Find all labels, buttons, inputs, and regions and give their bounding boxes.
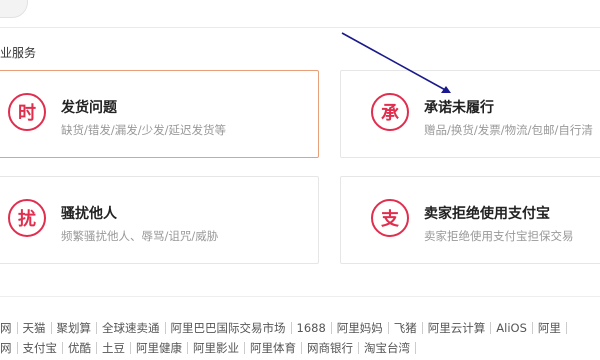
card-title: 发货问题 <box>61 100 117 116</box>
promise-icon: 承 <box>371 93 409 131</box>
card-description: 赠品/换货/发票/物流/包邮/自行清 <box>424 123 593 137</box>
footer-link[interactable]: 阿里妈妈 <box>332 322 389 334</box>
footer-link[interactable]: AliOS <box>491 322 533 334</box>
footer-link[interactable]: 聚划算 <box>52 322 97 334</box>
footer-link[interactable]: 阿里巴巴国际交易市场 <box>166 322 292 334</box>
search-button-fragment[interactable] <box>0 0 28 18</box>
section-title: 业服务 <box>0 46 37 60</box>
card-description: 卖家拒绝使用支付宝担保交易 <box>424 229 574 243</box>
footer-link[interactable]: 网商银行 <box>302 342 359 354</box>
footer-link[interactable]: 支付宝 <box>18 342 63 354</box>
footer-link[interactable]: 1688 <box>292 322 332 334</box>
service-card-shipping-issue[interactable]: 时 发货问题 缺货/错发/漏发/少发/延迟发货等 <box>0 70 319 158</box>
card-description: 频繁骚扰他人、辱骂/诅咒/威胁 <box>61 229 219 243</box>
footer-link[interactable]: 全球速卖通 <box>97 322 166 334</box>
footer-links-row-2: 网支付宝 优酷 土豆 阿里健康 阿里影业 阿里体育 网商银行 淘宝台湾 <box>0 341 600 359</box>
footer-link[interactable]: 阿里健康 <box>131 342 188 354</box>
service-card-refuse-alipay[interactable]: 支 卖家拒绝使用支付宝 卖家拒绝使用支付宝担保交易 <box>340 176 600 264</box>
service-card-promise-unfulfilled[interactable]: 承 承诺未履行 赠品/换货/发票/物流/包邮/自行清 <box>340 70 600 158</box>
footer-divider <box>0 296 600 297</box>
footer-link[interactable]: 优酷 <box>63 342 97 354</box>
footer-link[interactable]: 阿里 <box>533 322 567 334</box>
harass-icon: 扰 <box>8 199 46 237</box>
service-card-harassment[interactable]: 扰 骚扰他人 频繁骚扰他人、辱骂/诅咒/威胁 <box>0 176 319 264</box>
footer-link[interactable]: 阿里云计算 <box>423 322 492 334</box>
time-icon: 时 <box>8 93 46 131</box>
footer-links-row-1: 网天猫 聚划算 全球速卖通 阿里巴巴国际交易市场 1688 阿里妈妈 飞猪 阿里云计算 AliO… <box>0 321 600 339</box>
footer-link[interactable]: 阿里体育 <box>245 342 302 354</box>
pay-icon: 支 <box>371 199 409 237</box>
card-description: 缺货/错发/漏发/少发/延迟发货等 <box>61 123 226 137</box>
footer-link[interactable]: 淘宝台湾 <box>359 342 416 354</box>
footer-link[interactable]: 网 <box>0 322 18 334</box>
top-bar <box>0 0 600 28</box>
footer-link[interactable]: 天猫 <box>18 322 52 334</box>
card-title: 骚扰他人 <box>61 206 117 222</box>
footer-link[interactable]: 阿里影业 <box>188 342 245 354</box>
card-title: 承诺未履行 <box>424 100 494 116</box>
footer-link[interactable]: 飞猪 <box>389 322 423 334</box>
footer-link[interactable]: 网 <box>0 342 18 354</box>
footer-link[interactable]: 土豆 <box>97 342 131 354</box>
card-title: 卖家拒绝使用支付宝 <box>424 206 550 222</box>
